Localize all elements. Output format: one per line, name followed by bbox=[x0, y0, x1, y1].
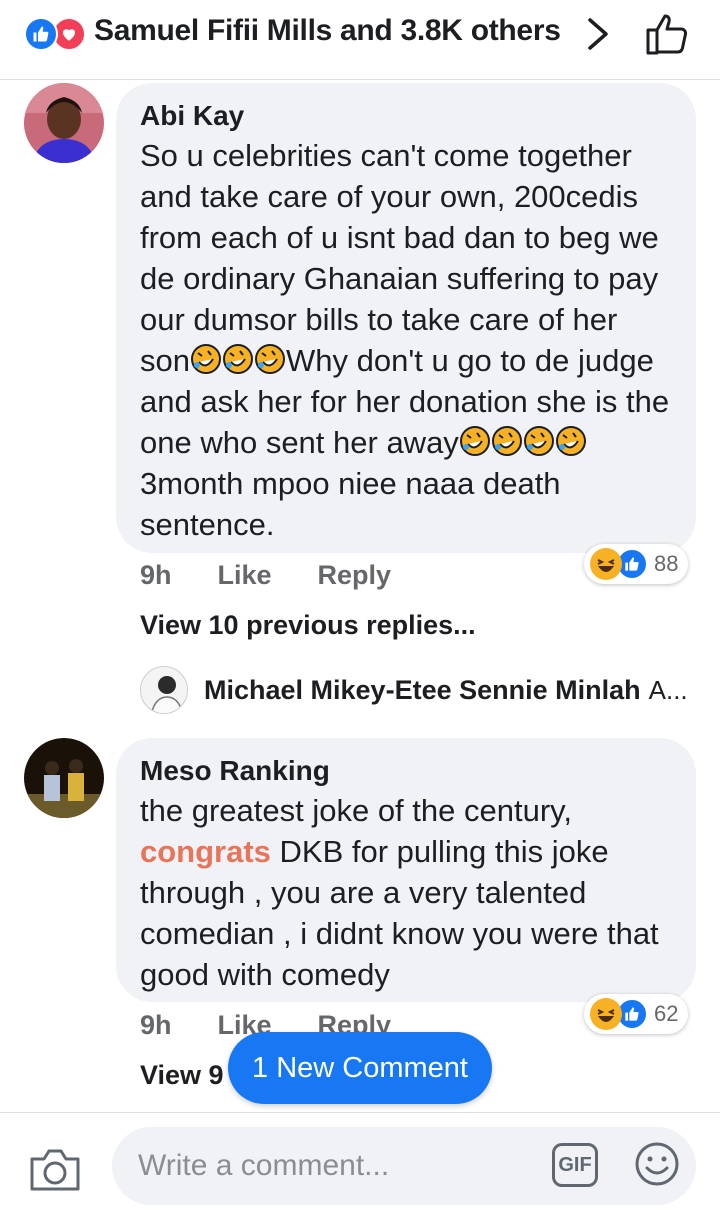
gif-button[interactable]: GIF bbox=[552, 1143, 598, 1187]
rofl-emoji-icon bbox=[523, 425, 555, 457]
comment-composer: Write a comment... GIF bbox=[0, 1112, 720, 1217]
comment-author[interactable]: Meso Ranking bbox=[140, 754, 672, 788]
reactors-summary[interactable]: Samuel Fifii Mills and 3.8K others bbox=[94, 14, 574, 48]
reply-preview[interactable]: Michael Mikey-Etee Sennie Minlah A... bbox=[140, 664, 688, 716]
emoji-icon[interactable] bbox=[634, 1141, 680, 1187]
rofl-emoji-icon bbox=[459, 425, 491, 457]
haha-icon bbox=[590, 548, 622, 580]
camera-icon[interactable] bbox=[28, 1145, 82, 1193]
rofl-emoji-icon bbox=[222, 343, 254, 375]
rofl-emoji-icon bbox=[254, 343, 286, 375]
reply-author[interactable]: Michael Mikey-Etee Sennie Minlah bbox=[204, 675, 641, 706]
new-comment-pill[interactable]: 1 New Comment bbox=[228, 1032, 492, 1104]
like-post-icon[interactable] bbox=[644, 12, 692, 56]
view-previous-replies-link[interactable]: View 9 bbox=[140, 1060, 224, 1091]
comment-text-part: 3month mpoo niee naaa death sentence. bbox=[140, 466, 561, 542]
comment-placeholder: Write a comment... bbox=[138, 1149, 390, 1182]
reaction-summary-badge[interactable]: 88 bbox=[584, 544, 689, 584]
chevron-right-icon[interactable] bbox=[582, 16, 612, 52]
comment-text-part: the greatest joke of the century, bbox=[140, 793, 572, 828]
avatar[interactable] bbox=[24, 738, 104, 818]
comment-time: 9h bbox=[140, 560, 172, 590]
highlighted-tag[interactable]: congrats bbox=[140, 834, 271, 869]
rofl-emoji-icon bbox=[555, 425, 587, 457]
avatar[interactable] bbox=[24, 83, 104, 163]
comment-bubble: Meso Ranking the greatest joke of the ce… bbox=[116, 738, 696, 1002]
haha-icon bbox=[590, 998, 622, 1030]
reaction-summary-badge[interactable]: 62 bbox=[584, 994, 689, 1034]
rofl-emoji-icon bbox=[190, 343, 222, 375]
comment-time: 9h bbox=[140, 1010, 172, 1040]
comment-text: the greatest joke of the century, congra… bbox=[140, 790, 672, 995]
view-previous-replies-link[interactable]: View 10 previous replies... bbox=[140, 610, 476, 641]
comment-bubble: Abi Kay So u celebrities can't come toge… bbox=[116, 83, 696, 553]
like-button[interactable]: Like bbox=[218, 560, 272, 591]
comment-actions: 9h Like Reply bbox=[140, 560, 391, 591]
reaction-count: 62 bbox=[654, 1001, 679, 1026]
comment-text-part: So u celebrities can't come together and… bbox=[140, 138, 659, 378]
rofl-emoji-icon bbox=[491, 425, 523, 457]
gif-label: GIF bbox=[558, 1153, 592, 1176]
comment-author[interactable]: Abi Kay bbox=[140, 99, 672, 133]
reply-button[interactable]: Reply bbox=[318, 560, 392, 591]
reaction-icons bbox=[24, 17, 88, 51]
like-icon bbox=[24, 17, 58, 51]
comment-input[interactable]: Write a comment... GIF bbox=[112, 1127, 696, 1205]
reaction-count: 88 bbox=[654, 551, 679, 576]
post-reactions-header[interactable]: Samuel Fifii Mills and 3.8K others bbox=[0, 0, 720, 80]
comment-text: So u celebrities can't come together and… bbox=[140, 135, 672, 545]
avatar bbox=[140, 666, 188, 714]
reply-snippet: A... bbox=[648, 674, 688, 705]
